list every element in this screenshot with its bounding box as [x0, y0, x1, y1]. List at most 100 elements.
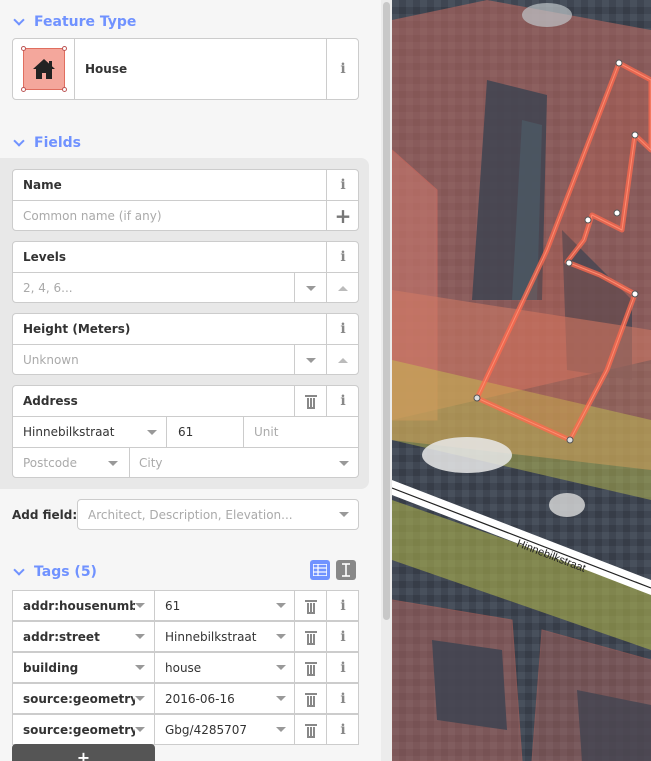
- table-row: addr:street Hinnebilkstraat i: [12, 621, 359, 652]
- levels-decrement-button[interactable]: [295, 273, 326, 303]
- tag-key-input[interactable]: building: [23, 653, 135, 682]
- table-row: building house i: [12, 652, 359, 683]
- tag-value-input[interactable]: 61: [165, 591, 180, 620]
- add-localized-name-button[interactable]: +: [327, 201, 359, 231]
- map-imagery: Hinnebilkstraat: [392, 0, 651, 761]
- add-field-combo[interactable]: Architect, Description, Elevation...: [77, 499, 359, 530]
- add-field-label: Add field:: [12, 508, 78, 522]
- unit-input[interactable]: Unit: [254, 417, 278, 447]
- feature-type-header[interactable]: Feature Type: [12, 12, 136, 32]
- levels-input[interactable]: 2, 4, 6...: [23, 273, 73, 303]
- map-canvas[interactable]: Hinnebilkstraat: [392, 0, 651, 761]
- caret-down-icon[interactable]: [135, 727, 145, 732]
- list-view-icon: [313, 564, 327, 576]
- scrollbar-thumb[interactable]: [383, 2, 390, 620]
- chevron-down-icon: [13, 14, 25, 26]
- add-tag-button[interactable]: +: [12, 744, 155, 761]
- name-input[interactable]: Common name (if any): [23, 201, 162, 231]
- tag-delete-button[interactable]: [295, 653, 326, 682]
- name-info-icon[interactable]: i: [327, 170, 359, 200]
- chevron-down-icon: [13, 135, 25, 147]
- trash-icon: [304, 630, 317, 645]
- levels-increment-button[interactable]: [327, 273, 359, 303]
- text-cursor-icon: [342, 563, 350, 577]
- tag-key-input[interactable]: addr:housenumber: [23, 591, 135, 620]
- plus-icon: +: [76, 748, 91, 761]
- caret-down-icon[interactable]: [276, 603, 286, 608]
- tag-info-icon[interactable]: i: [327, 715, 359, 744]
- height-decrement-button[interactable]: [295, 345, 326, 375]
- preset-info-icon[interactable]: i: [327, 39, 359, 99]
- street-input[interactable]: Hinnebilkstraat: [23, 417, 115, 447]
- height-increment-button[interactable]: [327, 345, 359, 375]
- levels-info-icon[interactable]: i: [327, 242, 359, 272]
- tag-delete-button[interactable]: [295, 591, 326, 620]
- table-row: addr:housenumber 61 i: [12, 590, 359, 621]
- tags-heading: Tags (5): [34, 564, 97, 580]
- postcode-dropdown[interactable]: [108, 448, 118, 478]
- levels-field: Levels i 2, 4, 6...: [12, 241, 359, 303]
- address-info-icon[interactable]: i: [327, 386, 359, 416]
- tag-key-input[interactable]: source:geometry:ref: [23, 715, 135, 744]
- caret-down-icon[interactable]: [135, 665, 145, 670]
- tag-key-input[interactable]: addr:street: [23, 622, 135, 651]
- caret-down-icon[interactable]: [135, 603, 145, 608]
- preset-name: House: [85, 62, 128, 76]
- tag-info-icon[interactable]: i: [327, 653, 359, 682]
- postcode-input[interactable]: Postcode: [23, 448, 77, 478]
- caret-down-icon: [339, 512, 349, 517]
- trash-icon: [304, 395, 317, 409]
- preset-icon-cell: [13, 39, 74, 99]
- address-label: Address: [23, 394, 78, 408]
- chevron-down-icon: [13, 564, 25, 576]
- tag-delete-button[interactable]: [295, 684, 326, 713]
- street-dropdown[interactable]: [147, 417, 157, 447]
- caret-down-icon[interactable]: [276, 727, 286, 732]
- list-view-button[interactable]: [310, 560, 330, 580]
- text-view-button[interactable]: [336, 560, 356, 580]
- tag-value-input[interactable]: 2016-06-16: [165, 684, 235, 713]
- caret-down-icon: [147, 429, 157, 435]
- caret-down-icon[interactable]: [135, 696, 145, 701]
- caret-down-icon[interactable]: [135, 634, 145, 639]
- fields-heading: Fields: [34, 135, 82, 151]
- tag-delete-button[interactable]: [295, 715, 326, 744]
- address-remove-button[interactable]: [295, 386, 326, 416]
- tag-value-input[interactable]: house: [165, 653, 201, 682]
- address-field: Address i Hinnebilkstraat 61 Unit Postco…: [12, 385, 359, 478]
- tags-header[interactable]: Tags (5): [12, 562, 97, 582]
- trash-icon: [304, 661, 317, 676]
- tag-value-input[interactable]: Gbg/4285707: [165, 715, 247, 744]
- housenumber-input[interactable]: 61: [178, 417, 193, 447]
- add-field-dropdown[interactable]: [339, 500, 349, 529]
- city-dropdown[interactable]: [339, 448, 349, 478]
- caret-up-icon: [338, 357, 348, 363]
- trash-icon: [304, 723, 317, 738]
- city-input[interactable]: City: [139, 448, 163, 478]
- sidebar-scrollbar[interactable]: [381, 0, 392, 761]
- tag-delete-button[interactable]: [295, 622, 326, 651]
- caret-up-icon: [338, 285, 348, 291]
- fields-header[interactable]: Fields: [12, 133, 81, 153]
- height-label: Height (Meters): [23, 322, 131, 336]
- height-info-icon[interactable]: i: [327, 314, 359, 344]
- caret-down-icon: [305, 285, 316, 291]
- caret-down-icon[interactable]: [276, 634, 286, 639]
- tag-info-icon[interactable]: i: [327, 684, 359, 713]
- height-input[interactable]: Unknown: [23, 345, 79, 375]
- caret-down-icon[interactable]: [276, 696, 286, 701]
- tag-value-input[interactable]: Hinnebilkstraat: [165, 622, 257, 651]
- tag-key-input[interactable]: source:geometry:date: [23, 684, 135, 713]
- table-row: source:geometry:date 2016-06-16 i: [12, 683, 359, 714]
- inspector-sidebar: Feature Type House i Fields Name i Commo…: [0, 0, 381, 761]
- preset-button[interactable]: House i: [12, 38, 359, 100]
- height-field: Height (Meters) i Unknown: [12, 313, 359, 375]
- tag-info-icon[interactable]: i: [327, 622, 359, 651]
- add-field-input[interactable]: Architect, Description, Elevation...: [88, 500, 293, 529]
- trash-icon: [304, 692, 317, 707]
- caret-down-icon[interactable]: [276, 665, 286, 670]
- levels-label: Levels: [23, 250, 67, 264]
- name-field: Name i Common name (if any) +: [12, 169, 359, 231]
- house-icon: [20, 46, 67, 92]
- tag-info-icon[interactable]: i: [327, 591, 359, 620]
